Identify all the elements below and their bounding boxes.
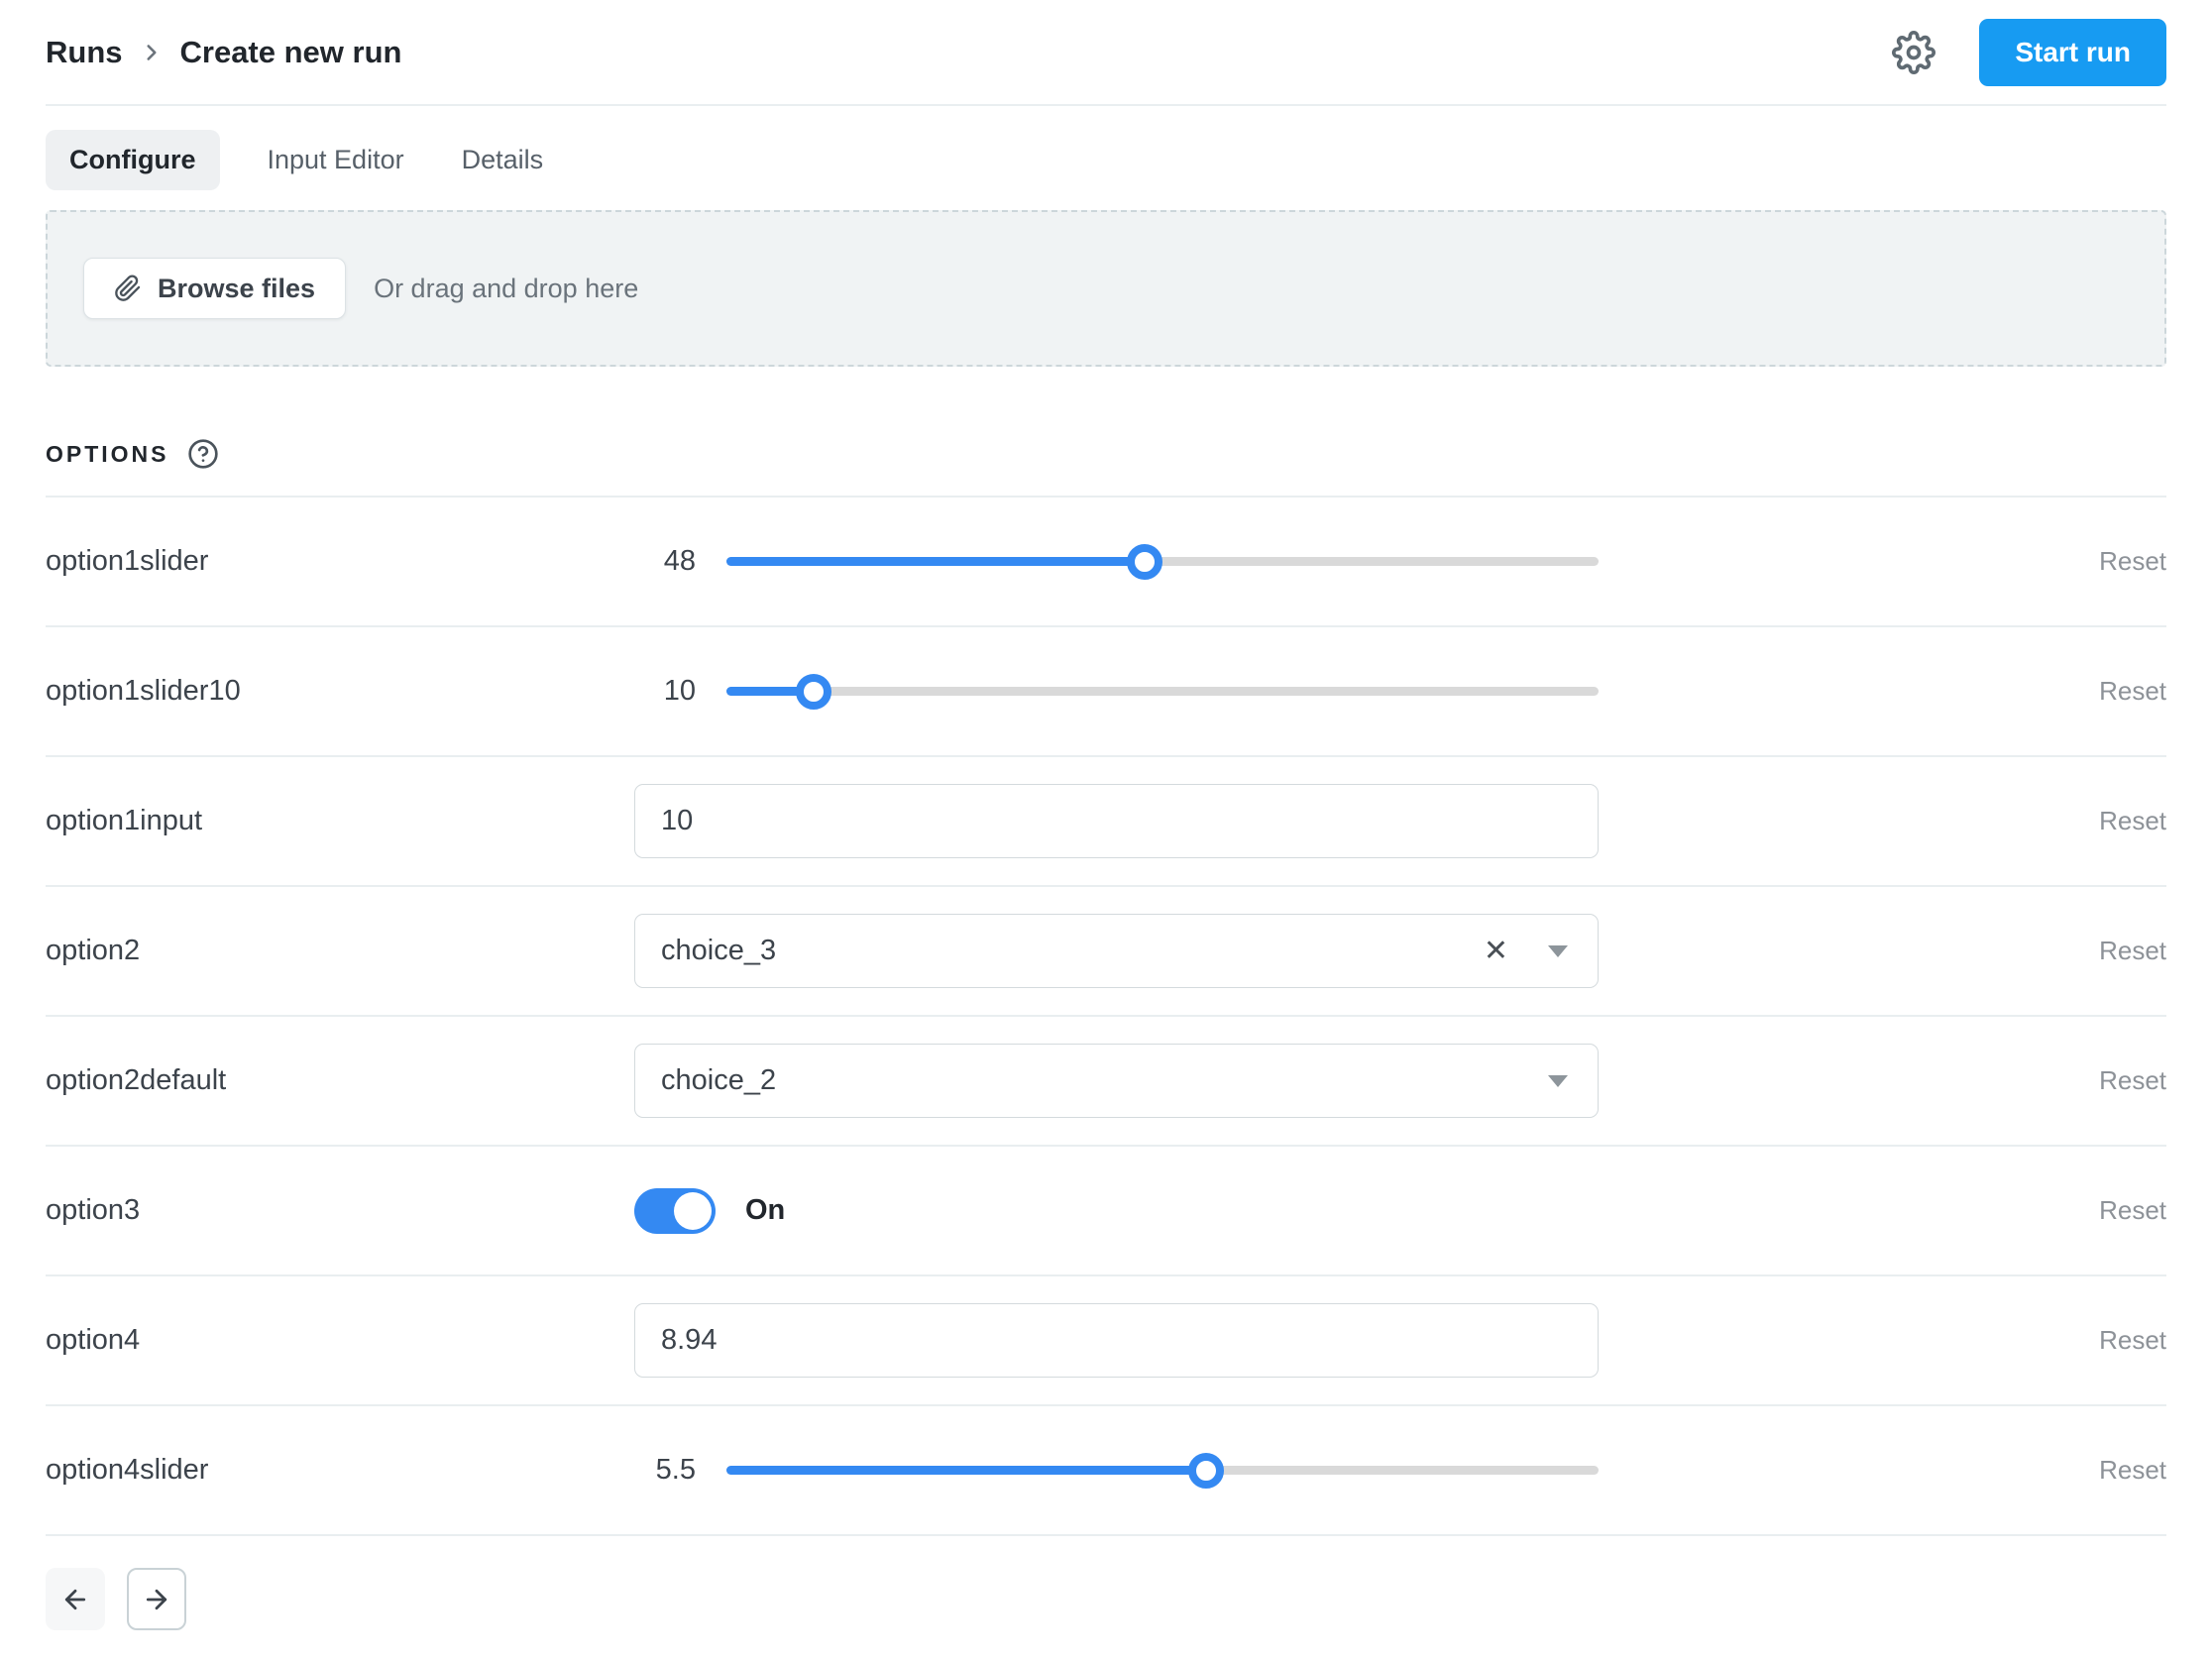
option-row-option4slider: option4slider 5.5 Reset [46,1406,2166,1536]
option-select[interactable]: choice_2 [634,1044,1599,1118]
options-title: OPTIONS [46,440,169,467]
tab-details[interactable]: Details [452,130,554,190]
option-row-option2default: option2default choice_2 Reset [46,1017,2166,1147]
arrow-left-icon [64,1589,86,1609]
option-row-option4: option4 Reset [46,1276,2166,1406]
next-page-button[interactable] [127,1568,186,1630]
toggle-knob [674,1191,712,1230]
paperclip-icon [115,275,141,301]
option-label: option1slider [46,545,209,577]
drag-drop-hint: Or drag and drop here [374,273,639,303]
select-value: choice_2 [661,1064,777,1096]
slider-knob[interactable] [1188,1452,1224,1489]
chevron-down-icon[interactable] [1548,1074,1568,1087]
prev-page-button[interactable] [46,1568,105,1630]
breadcrumb: Runs Create new run [46,35,401,70]
chevron-right-icon [139,40,165,65]
option-row-option2: option2 choice_3 ✕ Reset [46,887,2166,1017]
reset-button[interactable]: Reset [2099,936,2166,965]
reset-button[interactable]: Reset [2099,1065,2166,1095]
option-row-option1input: option1input Reset [46,757,2166,887]
option-label: option4 [46,1324,141,1356]
slider-fill [726,1466,1206,1475]
pagination [46,1568,2166,1630]
page-title: Create new run [179,34,402,69]
option-label: option1input [46,805,203,836]
reset-button[interactable]: Reset [2099,1325,2166,1355]
select-value: choice_3 [661,935,777,966]
reset-button[interactable]: Reset [2099,806,2166,835]
slider[interactable] [726,1452,1599,1489]
option-row-option3: option3 On Reset [46,1147,2166,1276]
option-label: option2default [46,1064,227,1096]
slider-value: 5.5 [655,1454,696,1486]
browse-files-label: Browse files [158,273,316,303]
chevron-down-icon[interactable] [1548,944,1568,957]
tab-configure[interactable]: Configure [46,130,220,190]
help-icon[interactable] [187,438,219,470]
reset-button[interactable]: Reset [2099,676,2166,706]
slider[interactable] [726,543,1599,580]
options-section-header: OPTIONS [46,438,2166,496]
slider-value: 10 [663,675,696,707]
breadcrumb-runs-link[interactable]: Runs [46,35,123,70]
file-dropzone[interactable]: Browse files Or drag and drop here [46,210,2166,367]
option-label: option1slider10 [46,675,241,707]
page-header: Runs Create new run Start run [46,0,2166,106]
reset-button[interactable]: Reset [2099,1195,2166,1225]
option-row-option1slider10: option1slider10 10 Reset [46,627,2166,757]
option-text-input[interactable] [634,1303,1599,1378]
browse-files-button[interactable]: Browse files [83,258,347,319]
option-select[interactable]: choice_3 ✕ [634,914,1599,988]
toggle-switch[interactable] [634,1187,716,1234]
slider-value: 48 [663,545,696,577]
clear-icon[interactable]: ✕ [1484,936,1508,966]
reset-button[interactable]: Reset [2099,546,2166,576]
arrow-right-icon [146,1589,167,1609]
slider-knob[interactable] [796,673,831,710]
toggle-state-label: On [745,1194,786,1226]
options-list: option1slider 48 Reset option1slider10 1… [46,496,2166,1536]
gear-icon[interactable] [1892,30,1936,74]
option-label: option4slider [46,1454,209,1486]
option-label: option3 [46,1194,141,1226]
option-text-input[interactable] [634,784,1599,858]
option-row-option1slider: option1slider 48 Reset [46,498,2166,627]
slider[interactable] [726,673,1599,710]
tab-input-editor[interactable]: Input Editor [258,130,414,190]
start-run-button[interactable]: Start run [1979,18,2166,86]
tab-bar: Configure Input Editor Details [46,130,2166,190]
option-label: option2 [46,935,141,966]
slider-fill [726,557,1146,566]
reset-button[interactable]: Reset [2099,1455,2166,1485]
slider-knob[interactable] [1127,543,1163,580]
